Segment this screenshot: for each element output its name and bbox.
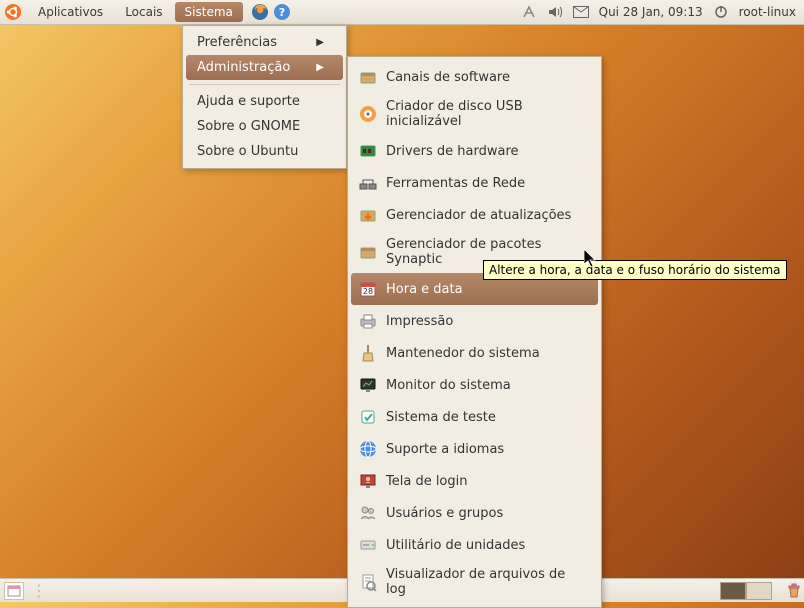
admin-item-language[interactable]: Suporte a idiomas bbox=[348, 433, 601, 465]
menu-item-label: Sobre o GNOME bbox=[197, 119, 300, 134]
volume-icon[interactable] bbox=[547, 4, 563, 20]
synaptic-icon bbox=[358, 242, 378, 262]
panel-left-section: Aplicativos Locais Sistema ? bbox=[0, 2, 291, 22]
ubuntu-logo-icon bbox=[4, 3, 22, 21]
menu-item-label: Administração bbox=[197, 60, 290, 75]
launcher-icons: ? bbox=[251, 3, 291, 21]
datetime-icon: 28 bbox=[358, 279, 378, 299]
admin-item-label: Tela de login bbox=[386, 474, 468, 489]
menu-item-ajuda[interactable]: Ajuda e suporte bbox=[183, 89, 346, 114]
admin-item-test[interactable]: Sistema de teste bbox=[348, 401, 601, 433]
users-icon bbox=[358, 503, 378, 523]
help-icon[interactable]: ? bbox=[273, 3, 291, 21]
admin-item-label: Usuários e grupos bbox=[386, 506, 503, 521]
menu-item-label: Preferências bbox=[197, 35, 277, 50]
svg-text:28: 28 bbox=[363, 287, 373, 296]
user-label[interactable]: root-linux bbox=[739, 5, 796, 19]
chevron-right-icon: ▶ bbox=[316, 62, 324, 73]
disk-icon bbox=[358, 535, 378, 555]
usb-icon bbox=[358, 104, 378, 124]
menu-item-label: Sobre o Ubuntu bbox=[197, 144, 298, 159]
admin-item-drivers[interactable]: Drivers de hardware bbox=[348, 135, 601, 167]
system-dropdown-menu: Preferências ▶ Administração ▶ Ajuda e s… bbox=[182, 25, 347, 169]
admin-item-label: Mantenedor do sistema bbox=[386, 346, 540, 361]
network-icon bbox=[358, 173, 378, 193]
admin-item-channels[interactable]: Canais de software bbox=[348, 61, 601, 93]
admin-item-disk[interactable]: Utilitário de unidades bbox=[348, 529, 601, 561]
channels-icon bbox=[358, 67, 378, 87]
admin-item-users[interactable]: Usuários e grupos bbox=[348, 497, 601, 529]
admin-item-printer[interactable]: Impressão bbox=[348, 305, 601, 337]
menu-item-sobre-gnome[interactable]: Sobre o GNOME bbox=[183, 114, 346, 139]
mail-icon[interactable] bbox=[573, 4, 589, 20]
menu-sistema[interactable]: Sistema bbox=[175, 2, 243, 22]
admin-item-network[interactable]: Ferramentas de Rede bbox=[348, 167, 601, 199]
drivers-icon bbox=[358, 141, 378, 161]
admin-item-label: Suporte a idiomas bbox=[386, 442, 504, 457]
top-panel: Aplicativos Locais Sistema ? Qui 28 Jan,… bbox=[0, 0, 804, 25]
tooltip: Altere a hora, a data e o fuso horário d… bbox=[483, 260, 787, 280]
admin-item-label: Visualizador de arquivos de log bbox=[386, 567, 587, 597]
clock[interactable]: Qui 28 Jan, 09:13 bbox=[599, 5, 703, 19]
menu-locais[interactable]: Locais bbox=[115, 2, 172, 22]
monitor-icon bbox=[358, 375, 378, 395]
workspace-switcher[interactable] bbox=[720, 582, 778, 600]
language-icon bbox=[358, 439, 378, 459]
menu-item-preferencias[interactable]: Preferências ▶ bbox=[183, 30, 346, 55]
updates-icon bbox=[358, 205, 378, 225]
admin-item-label: Monitor do sistema bbox=[386, 378, 511, 393]
test-icon bbox=[358, 407, 378, 427]
printer-icon bbox=[358, 311, 378, 331]
bottom-left-section: ⋮ bbox=[0, 581, 50, 600]
admin-item-label: Utilitário de unidades bbox=[386, 538, 525, 553]
login-icon bbox=[358, 471, 378, 491]
admin-item-label: Hora e data bbox=[386, 282, 463, 297]
admin-item-label: Ferramentas de Rede bbox=[386, 176, 525, 191]
admin-submenu: Canais de software Criador de disco USB i… bbox=[347, 56, 602, 608]
admin-item-label: Gerenciador de atualizações bbox=[386, 208, 571, 223]
janitor-icon bbox=[358, 343, 378, 363]
admin-item-label: Drivers de hardware bbox=[386, 144, 519, 159]
menu-aplicativos[interactable]: Aplicativos bbox=[28, 2, 113, 22]
admin-item-monitor[interactable]: Monitor do sistema bbox=[348, 369, 601, 401]
workspace-2[interactable] bbox=[746, 582, 772, 600]
admin-item-label: Canais de software bbox=[386, 70, 510, 85]
panel-right-section: Qui 28 Jan, 09:13 root-linux bbox=[521, 4, 804, 20]
show-desktop-button[interactable] bbox=[4, 582, 24, 600]
menu-item-sobre-ubuntu[interactable]: Sobre o Ubuntu bbox=[183, 139, 346, 164]
panel-separator: ⋮ bbox=[28, 581, 50, 600]
admin-item-label: Sistema de teste bbox=[386, 410, 496, 425]
chevron-right-icon: ▶ bbox=[316, 37, 324, 48]
trash-icon[interactable] bbox=[784, 582, 804, 600]
admin-item-login[interactable]: Tela de login bbox=[348, 465, 601, 497]
svg-text:?: ? bbox=[279, 6, 285, 19]
admin-item-updates[interactable]: Gerenciador de atualizações bbox=[348, 199, 601, 231]
admin-item-label: Criador de disco USB inicializável bbox=[386, 99, 587, 129]
input-method-icon[interactable] bbox=[521, 4, 537, 20]
log-icon bbox=[358, 572, 378, 592]
admin-item-log[interactable]: Visualizador de arquivos de log bbox=[348, 561, 601, 603]
menu-item-label: Ajuda e suporte bbox=[197, 94, 300, 109]
admin-item-janitor[interactable]: Mantenedor do sistema bbox=[348, 337, 601, 369]
menu-item-administracao[interactable]: Administração ▶ bbox=[186, 55, 343, 80]
admin-item-label: Impressão bbox=[386, 314, 453, 329]
workspace-1[interactable] bbox=[720, 582, 746, 600]
power-icon[interactable] bbox=[713, 4, 729, 20]
menu-separator bbox=[189, 84, 340, 85]
firefox-icon[interactable] bbox=[251, 3, 269, 21]
admin-item-usb[interactable]: Criador de disco USB inicializável bbox=[348, 93, 601, 135]
